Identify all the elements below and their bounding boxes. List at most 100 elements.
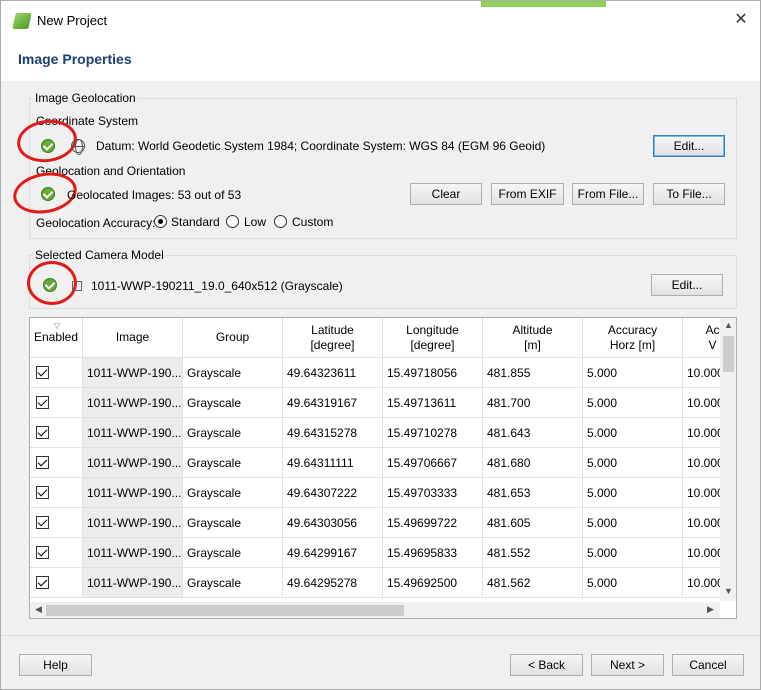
column-header-unit: V <box>708 337 717 352</box>
table-row[interactable]: 1011-WWP-190... Grayscale 49.64307222 15.49… <box>30 478 736 508</box>
page-header: Image Properties <box>1 39 760 81</box>
table-row[interactable]: 1011-WWP-190... Grayscale 49.64311111 15.49… <box>30 448 736 478</box>
cell-image: 1011-WWP-190... <box>83 538 183 568</box>
column-header-label: Group <box>215 330 250 344</box>
checkbox-icon[interactable] <box>36 396 49 409</box>
vertical-scrollbar[interactable]: ▲ ▼ <box>720 318 736 601</box>
sort-indicator-icon: ▽ <box>54 321 61 330</box>
cell-lat: 49.64323611 <box>283 358 383 388</box>
column-header-unit: Horz [m] <box>609 337 656 352</box>
cell-image: 1011-WWP-190... <box>83 508 183 538</box>
geolocation-ok-icon <box>41 187 55 201</box>
table-row[interactable]: 1011-WWP-190... Grayscale 49.64299167 15.49… <box>30 538 736 568</box>
column-header-lat[interactable]: Latitude [degree] <box>283 318 383 358</box>
cell-group: Grayscale <box>183 418 283 448</box>
clear-button[interactable]: Clear <box>410 183 482 205</box>
scroll-down-icon[interactable]: ▼ <box>720 586 736 596</box>
cell-alt: 481.562 <box>483 568 583 598</box>
cell-lon: 15.49710278 <box>383 418 483 448</box>
background-decoration <box>481 1 606 7</box>
back-button[interactable]: < Back <box>510 654 583 676</box>
from-exif-button[interactable]: From EXIF <box>491 183 564 205</box>
cancel-button[interactable]: Cancel <box>672 654 744 676</box>
close-icon[interactable]: ✕ <box>730 9 752 31</box>
checkbox-icon[interactable] <box>36 366 49 379</box>
from-file-button[interactable]: From File... <box>572 183 644 205</box>
table-row[interactable]: 1011-WWP-190... Grayscale 49.64323611 15.49… <box>30 358 736 388</box>
cell-lat: 49.64299167 <box>283 538 383 568</box>
cell-acc_h: 5.000 <box>583 568 683 598</box>
cell-acc_h: 5.000 <box>583 418 683 448</box>
cell-lat: 49.64319167 <box>283 388 383 418</box>
camera-model-title: Selected Camera Model <box>33 248 166 262</box>
camera-icon <box>72 281 82 291</box>
column-header-label: Longitude <box>406 322 459 337</box>
cell-image: 1011-WWP-190... <box>83 478 183 508</box>
accuracy-low-radio[interactable] <box>226 215 239 228</box>
help-button[interactable]: Help <box>19 654 92 676</box>
cell-image: 1011-WWP-190... <box>83 418 183 448</box>
checkbox-icon[interactable] <box>36 456 49 469</box>
window-title: New Project <box>37 13 108 28</box>
enabled-cell <box>30 388 83 418</box>
column-header-alt[interactable]: Altitude [m] <box>483 318 583 358</box>
column-header-acc_h[interactable]: Accuracy Horz [m] <box>583 318 683 358</box>
column-header-enabled[interactable]: Enabled ▽ <box>30 318 83 358</box>
geolocation-orientation-label: Geolocation and Orientation <box>36 164 186 178</box>
cell-group: Grayscale <box>183 448 283 478</box>
cell-group: Grayscale <box>183 358 283 388</box>
column-header-image[interactable]: Image <box>83 318 183 358</box>
to-file-button[interactable]: To File... <box>653 183 725 205</box>
enabled-cell <box>30 538 83 568</box>
column-header-lon[interactable]: Longitude [degree] <box>383 318 483 358</box>
cell-lon: 15.49706667 <box>383 448 483 478</box>
cell-lat: 49.64303056 <box>283 508 383 538</box>
scroll-right-icon[interactable]: ▶ <box>702 604 719 615</box>
enabled-cell <box>30 478 83 508</box>
checkbox-icon[interactable] <box>36 426 49 439</box>
checkbox-icon[interactable] <box>36 486 49 499</box>
column-header-label: Accuracy <box>607 322 658 337</box>
cell-group: Grayscale <box>183 388 283 418</box>
horizontal-scrollbar[interactable]: ◀ ▶ <box>30 602 720 618</box>
checkbox-icon[interactable] <box>36 546 49 559</box>
cell-group: Grayscale <box>183 538 283 568</box>
table-row[interactable]: 1011-WWP-190... Grayscale 49.64315278 15.49… <box>30 418 736 448</box>
accuracy-custom-radio[interactable] <box>274 215 287 228</box>
scroll-left-icon[interactable]: ◀ <box>30 604 47 615</box>
app-icon <box>12 13 32 29</box>
accuracy-standard-radio[interactable] <box>154 215 167 228</box>
cell-lon: 15.49703333 <box>383 478 483 508</box>
accuracy-low-label: Low <box>244 215 267 229</box>
cell-image: 1011-WWP-190... <box>83 448 183 478</box>
next-button[interactable]: Next > <box>591 654 664 676</box>
cell-acc_h: 5.000 <box>583 448 683 478</box>
coordinate-edit-button[interactable]: Edit... <box>653 135 725 157</box>
scroll-up-icon[interactable]: ▲ <box>720 320 736 330</box>
accuracy-label: Geolocation Accuracy: <box>36 216 156 230</box>
column-header-group[interactable]: Group <box>183 318 283 358</box>
cell-image: 1011-WWP-190... <box>83 568 183 598</box>
cell-acc_h: 5.000 <box>583 478 683 508</box>
horizontal-scroll-thumb[interactable] <box>46 605 404 616</box>
datum-text: Datum: World Geodetic System 1984; Coord… <box>96 139 546 153</box>
column-header-unit: [degree] <box>410 337 455 352</box>
table-row[interactable]: 1011-WWP-190... Grayscale 49.64303056 15.49… <box>30 508 736 538</box>
checkbox-icon[interactable] <box>36 516 49 529</box>
table-row[interactable]: 1011-WWP-190... Grayscale 49.64319167 15.49… <box>30 388 736 418</box>
camera-edit-button[interactable]: Edit... <box>651 274 723 296</box>
cell-acc_h: 5.000 <box>583 538 683 568</box>
cell-alt: 481.653 <box>483 478 583 508</box>
vertical-scroll-thumb[interactable] <box>723 336 734 372</box>
cell-image: 1011-WWP-190... <box>83 388 183 418</box>
column-header-unit: [degree] <box>310 337 355 352</box>
cell-lon: 15.49718056 <box>383 358 483 388</box>
table-row[interactable]: 1011-WWP-190... Grayscale 49.64295278 15.49… <box>30 568 736 598</box>
cell-acc_h: 5.000 <box>583 358 683 388</box>
cell-lat: 49.64311111 <box>283 448 383 478</box>
cell-group: Grayscale <box>183 508 283 538</box>
geolocated-images-text: Geolocated Images: 53 out of 53 <box>67 188 242 202</box>
cell-lon: 15.49699722 <box>383 508 483 538</box>
checkbox-icon[interactable] <box>36 576 49 589</box>
cell-acc_h: 5.000 <box>583 508 683 538</box>
